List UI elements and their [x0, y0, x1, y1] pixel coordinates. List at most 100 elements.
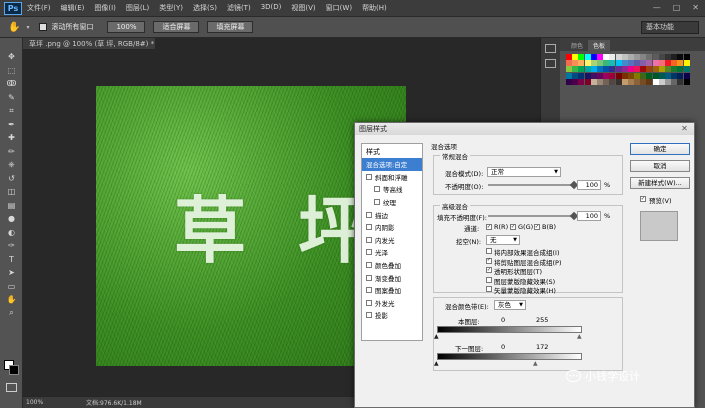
- close-window-button[interactable]: ✕: [692, 3, 699, 12]
- color-swatch[interactable]: [627, 54, 634, 60]
- menu-item[interactable]: 3D(D): [261, 3, 282, 13]
- color-swatch[interactable]: [646, 78, 653, 85]
- color-swatch[interactable]: [646, 72, 653, 79]
- tab-color[interactable]: 颜色: [566, 40, 588, 51]
- color-swatch[interactable]: [603, 66, 610, 73]
- color-swatch[interactable]: [665, 72, 671, 79]
- marquee-icon[interactable]: ⬚: [0, 64, 23, 78]
- color-swatch[interactable]: [566, 60, 572, 67]
- color-swatch[interactable]: [652, 54, 659, 60]
- zoom-level[interactable]: 100%: [26, 399, 66, 406]
- type-icon[interactable]: T: [0, 253, 23, 267]
- color-swatch[interactable]: [584, 54, 591, 60]
- menu-item[interactable]: 图像(I): [94, 3, 116, 13]
- color-swatch[interactable]: [640, 54, 647, 60]
- color-swatch[interactable]: [590, 60, 597, 67]
- zoom-icon[interactable]: ⌕: [0, 307, 23, 321]
- eyedropper-icon[interactable]: ✒: [0, 118, 23, 132]
- healing-icon[interactable]: ✚: [0, 131, 23, 145]
- scroll-all-windows-checkbox[interactable]: [39, 23, 48, 31]
- crop-icon[interactable]: ⌗: [0, 104, 23, 118]
- menu-item[interactable]: 帮助(H): [362, 3, 387, 13]
- color-swatch[interactable]: [627, 78, 634, 85]
- color-swatch[interactable]: [590, 54, 597, 60]
- opacity-field[interactable]: 100: [577, 180, 601, 190]
- color-swatch[interactable]: [634, 60, 641, 67]
- style-item[interactable]: 内发光: [362, 234, 422, 247]
- color-swatch[interactable]: [634, 54, 641, 60]
- pen-icon[interactable]: ✑: [0, 239, 23, 253]
- this-layer-right-handle[interactable]: ▲: [577, 333, 582, 340]
- opacity-slider[interactable]: [488, 184, 576, 186]
- advanced-option-checkbox[interactable]: ✓: [486, 257, 492, 264]
- zoom-100-button[interactable]: 100%: [107, 21, 146, 33]
- advanced-option-checkbox[interactable]: [486, 248, 492, 254]
- knockout-select[interactable]: 无: [486, 235, 520, 245]
- underlying-right-handle[interactable]: ▲: [533, 360, 538, 367]
- hand-tool-icon[interactable]: ✋: [8, 22, 20, 33]
- color-swatch[interactable]: [683, 72, 690, 79]
- style-item-checkbox[interactable]: [366, 312, 372, 319]
- blend-mode-select[interactable]: 正常: [487, 167, 561, 177]
- color-swatch[interactable]: [603, 78, 610, 85]
- style-item[interactable]: 混合选项:自定: [362, 158, 422, 171]
- color-swatch[interactable]: [683, 60, 690, 67]
- fill-opacity-field[interactable]: 100: [577, 211, 601, 221]
- color-swatch[interactable]: [621, 66, 628, 73]
- path-select-icon[interactable]: ➤: [0, 266, 23, 280]
- color-swatch[interactable]: [627, 60, 634, 67]
- style-item-checkbox[interactable]: [366, 287, 372, 294]
- advanced-option-checkbox[interactable]: [486, 276, 492, 283]
- color-swatch[interactable]: [658, 78, 665, 85]
- color-swatch[interactable]: [621, 54, 628, 60]
- color-swatch[interactable]: [652, 66, 659, 73]
- color-swatch[interactable]: [677, 72, 684, 79]
- color-swatch[interactable]: [634, 78, 641, 85]
- style-item[interactable]: 光泽: [362, 246, 422, 259]
- color-swatch[interactable]: [578, 54, 585, 60]
- color-swatch[interactable]: [566, 54, 572, 60]
- menu-item[interactable]: 类型(Y): [159, 3, 183, 13]
- color-swatch[interactable]: [640, 66, 647, 73]
- color-swatch[interactable]: [627, 66, 634, 73]
- color-swatch[interactable]: [634, 66, 641, 73]
- color-swatch[interactable]: [596, 66, 603, 73]
- menu-item[interactable]: 文件(F): [27, 3, 51, 13]
- color-swatch[interactable]: [640, 78, 647, 85]
- menu-item[interactable]: 图层(L): [126, 3, 149, 13]
- color-swatch[interactable]: [603, 60, 610, 67]
- style-item[interactable]: 斜面和浮雕: [362, 171, 422, 184]
- color-swatch[interactable]: [621, 72, 628, 79]
- color-swatch[interactable]: [634, 72, 641, 79]
- color-swatch[interactable]: [658, 72, 665, 79]
- color-swatch[interactable]: [572, 60, 579, 67]
- dodge-icon[interactable]: ◐: [0, 226, 23, 240]
- gradient-icon[interactable]: ▤: [0, 199, 23, 213]
- style-item[interactable]: 渐变叠加: [362, 271, 422, 284]
- quick-select-icon[interactable]: ✎: [0, 91, 23, 105]
- tool-preset-dropdown-icon[interactable]: ▾: [26, 24, 29, 31]
- maximize-button[interactable]: □: [673, 3, 681, 12]
- color-swatch[interactable]: [609, 72, 616, 79]
- color-swatch[interactable]: [665, 60, 671, 67]
- move-icon[interactable]: ✥: [0, 50, 23, 64]
- style-item[interactable]: 外发光: [362, 297, 422, 310]
- properties-panel-icon[interactable]: [545, 59, 556, 68]
- color-swatch[interactable]: [603, 54, 610, 60]
- color-swatch[interactable]: [677, 54, 684, 60]
- styles-header[interactable]: 样式: [362, 144, 422, 158]
- fill-screen-button[interactable]: 填充屏幕: [207, 21, 254, 33]
- color-swatch[interactable]: [683, 66, 690, 73]
- style-item-checkbox[interactable]: [366, 211, 372, 218]
- lasso-icon[interactable]: ↂ: [0, 77, 23, 91]
- color-swatch[interactable]: [671, 60, 678, 67]
- color-swatch[interactable]: [677, 78, 684, 85]
- color-swatch[interactable]: [646, 60, 653, 67]
- color-swatch[interactable]: [646, 54, 653, 60]
- style-item-checkbox[interactable]: [366, 274, 372, 281]
- color-swatch[interactable]: [584, 66, 591, 73]
- color-swatch[interactable]: [671, 78, 678, 85]
- color-swatch[interactable]: [584, 78, 591, 85]
- color-swatch[interactable]: [578, 66, 585, 73]
- color-swatch[interactable]: [584, 60, 591, 67]
